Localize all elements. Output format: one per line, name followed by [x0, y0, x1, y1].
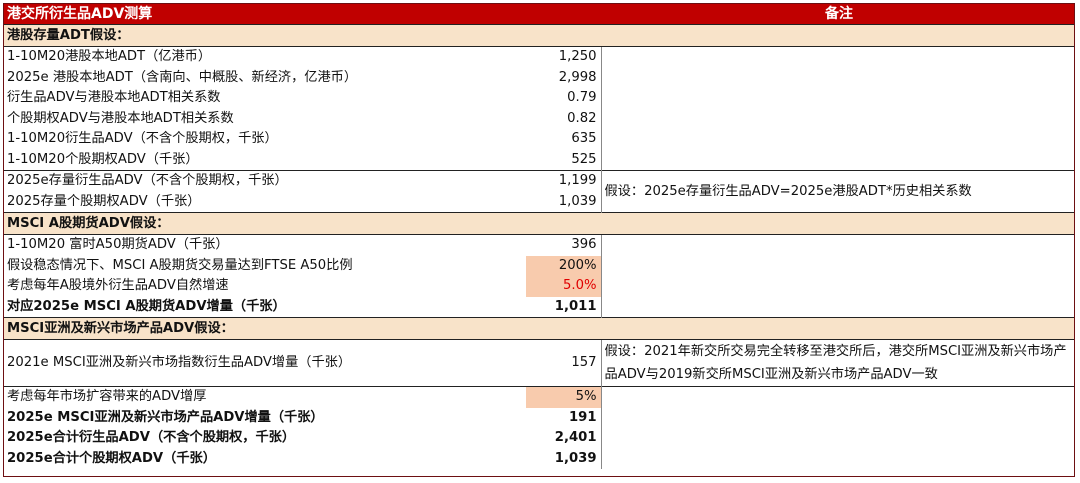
table-row: 个股期权ADV与港股本地ADT相关系数 0.82 — [4, 108, 1074, 130]
row-value: 0.82 — [526, 108, 602, 129]
row-note — [601, 276, 1074, 297]
table-title: 港交所衍生品ADV测算 — [4, 4, 602, 25]
row-label: 2025e合计个股期权ADV（千张） — [7, 450, 216, 466]
row-note — [601, 68, 1074, 89]
row-label: 1-10M20衍生品ADV（不含个股期权，千张） — [7, 131, 278, 147]
row-value-input: 5.0% — [526, 276, 602, 297]
row-value: 1,039 — [526, 448, 602, 469]
row-value: 157 — [526, 339, 602, 387]
row-note — [601, 428, 1074, 449]
row-note — [601, 235, 1074, 256]
adv-table: 港交所衍生品ADV测算 备注 港股存量ADT假设： 1-10M20港股本地ADT… — [4, 4, 1075, 470]
row-value: 396 — [526, 234, 602, 256]
row-label: 对应2025e MSCI A股期货ADV增量（千张） — [7, 298, 286, 314]
table-row: 2025e存量衍生品ADV（不含个股期权，千张） 1,199 假设：2025e存… — [4, 170, 1075, 213]
row-value: 1,250 — [526, 46, 602, 68]
row-note — [601, 297, 1074, 318]
row-label: 1-10M20 富时A50期货ADV（千张） — [7, 237, 229, 253]
row-label: 个股期权ADV与港股本地ADT相关系数 — [7, 110, 234, 126]
row-label: 2025e MSCI亚洲及新兴市场产品ADV增量（千张） — [7, 409, 324, 425]
section-title: MSCI亚洲及新兴市场产品ADV假设： — [4, 317, 1075, 340]
row-note — [601, 109, 1074, 130]
row-value: 2,998 — [526, 67, 602, 88]
row-note — [601, 256, 1074, 277]
section-title: 港股存量ADT假设： — [4, 24, 1075, 47]
table-row: 1-10M20港股本地ADT（亿港币） 1,250 — [4, 46, 1074, 68]
row-label: 1-10M20港股本地ADT（亿港币） — [7, 49, 212, 65]
table-row: 考虑每年A股境外衍生品ADV自然增速 5.0% — [4, 276, 1074, 297]
row-note: 假设：2021年新交所交易完全转移至港交所后，港交所MSCI亚洲及新兴市场产品A… — [604, 344, 1067, 382]
table-row: 2025e MSCI亚洲及新兴市场产品ADV增量（千张） 191 — [4, 407, 1074, 429]
row-value: 525 — [526, 149, 602, 171]
table-header-row: 港交所衍生品ADV测算 备注 — [4, 4, 1075, 25]
row-value-input: 5% — [526, 386, 602, 408]
row-label: 2025e存量衍生品ADV（不含个股期权，千张） — [4, 170, 526, 192]
row-label: 假设稳态情况下、MSCI A股期货交易量达到FTSE A50比例 — [7, 257, 353, 273]
row-label: 2021e MSCI亚洲及新兴市场指数衍生品ADV增量（千张） — [7, 355, 352, 370]
row-note — [601, 129, 1074, 150]
table-row: 2025e 港股本地ADT（含南向、中概股、新经济，亿港币） 2,998 — [4, 67, 1074, 89]
table-row: 2025e合计个股期权ADV（千张） 1,039 — [4, 448, 1074, 470]
table-row: 假设稳态情况下、MSCI A股期货交易量达到FTSE A50比例 200% — [4, 255, 1074, 277]
row-value-input: 200% — [526, 255, 602, 276]
row-value: 1,199 — [526, 170, 602, 192]
row-label: 衍生品ADV与港股本地ADT相关系数 — [7, 90, 221, 106]
row-note — [601, 449, 1074, 470]
row-label: 2025e 港股本地ADT（含南向、中概股、新经济，亿港币） — [7, 69, 358, 85]
note-column-header: 备注 — [601, 4, 1075, 25]
section-title: MSCI A股期货ADV假设： — [4, 212, 1075, 235]
row-note — [601, 386, 1075, 408]
row-value: 191 — [526, 407, 602, 428]
table-row: 1-10M20衍生品ADV（不含个股期权，千张） 635 — [4, 129, 1074, 150]
table-row: 2025e合计衍生品ADV（不含个股期权，千张） 2,401 — [4, 428, 1074, 449]
row-note: 假设：2025e存量衍生品ADV=2025e港股ADT*历史相关系数 — [601, 170, 1075, 213]
row-note — [601, 408, 1074, 429]
table-row: 对应2025e MSCI A股期货ADV增量（千张） 1,011 — [4, 296, 1074, 318]
table-frame: 港交所衍生品ADV测算 备注 港股存量ADT假设： 1-10M20港股本地ADT… — [3, 3, 1075, 477]
row-label: 2025存量个股期权ADV（千张） — [7, 193, 201, 209]
row-value: 0.79 — [526, 88, 602, 109]
row-value: 2,401 — [526, 428, 602, 449]
section-header: 港股存量ADT假设： — [4, 24, 1075, 47]
row-value: 1,011 — [526, 296, 602, 318]
table-row: 1-10M20 富时A50期货ADV（千张） 396 — [4, 234, 1074, 256]
table-row: 考虑每年市场扩容带来的ADV增厚 5% — [4, 386, 1075, 408]
row-note — [601, 47, 1074, 68]
row-label: 1-10M20个股期权ADV（千张） — [7, 151, 199, 167]
section-header: MSCI亚洲及新兴市场产品ADV假设： — [4, 317, 1075, 340]
row-value: 1,039 — [526, 191, 602, 213]
row-label: 考虑每年市场扩容带来的ADV增厚 — [4, 386, 526, 408]
row-value: 635 — [526, 129, 602, 150]
table-row: 衍生品ADV与港股本地ADT相关系数 0.79 — [4, 88, 1074, 109]
row-note — [601, 150, 1074, 171]
table-row: 1-10M20个股期权ADV（千张） 525 — [4, 149, 1074, 171]
row-note — [601, 88, 1074, 109]
section-header: MSCI A股期货ADV假设： — [4, 212, 1075, 235]
row-label: 2025e合计衍生品ADV（不含个股期权，千张） — [7, 430, 296, 446]
row-label: 考虑每年A股境外衍生品ADV自然增速 — [7, 278, 229, 294]
table-row: 2021e MSCI亚洲及新兴市场指数衍生品ADV增量（千张） 157 假设：2… — [4, 339, 1074, 387]
